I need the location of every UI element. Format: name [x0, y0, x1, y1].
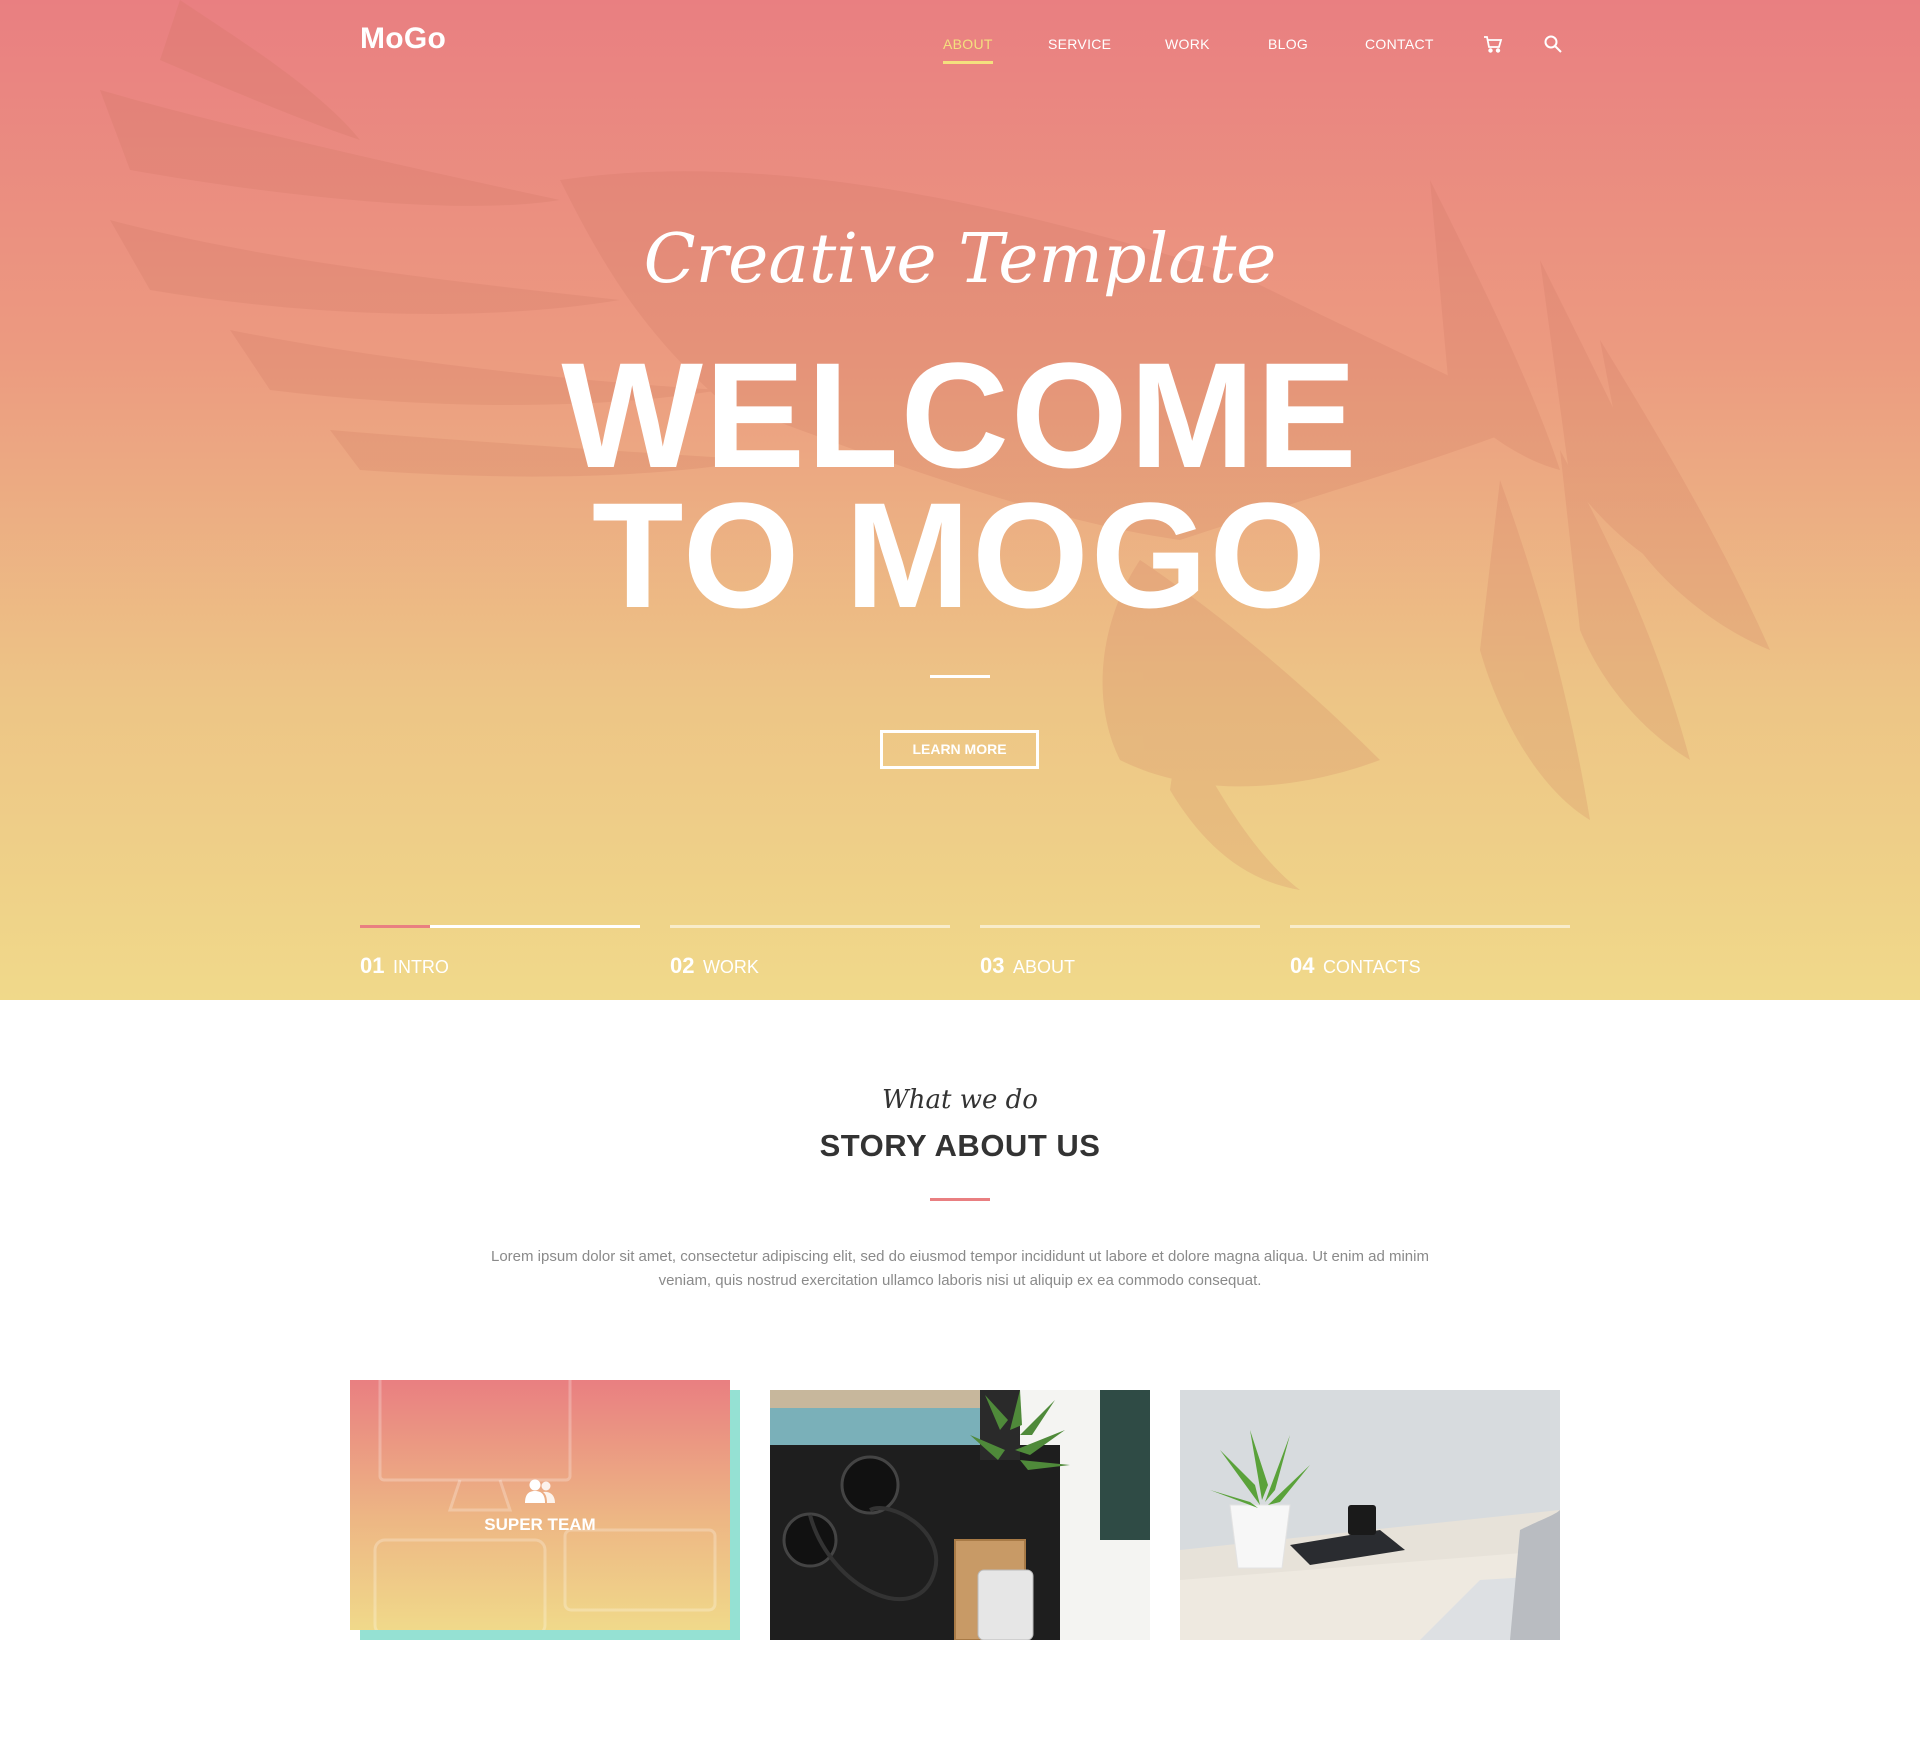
hero-title-line-1: WELCOME	[561, 331, 1359, 499]
nav-item-contact[interactable]: Contact	[1365, 36, 1434, 52]
step-number: 03	[980, 953, 1005, 978]
learn-more-button[interactable]: LEARN MORE	[880, 730, 1039, 769]
hero-script-title: Creative Template	[643, 220, 1277, 299]
step-name: Work	[702, 957, 759, 977]
nav-item-service[interactable]: Service	[1048, 36, 1111, 52]
desk-headphones-photo[interactable]	[770, 1390, 1150, 1640]
nav-item-blog[interactable]: Blog	[1268, 36, 1308, 52]
story-description: Lorem ipsum dolor sit amet, consectetur …	[491, 1248, 1429, 1289]
step-progress	[360, 925, 430, 928]
step-label[interactable]: 01 Intro	[360, 953, 449, 979]
nav-item-work[interactable]: Work	[1165, 36, 1210, 52]
step-bar	[670, 925, 950, 928]
step-name: Contacts	[1322, 957, 1421, 977]
step-bar	[980, 925, 1260, 928]
nav-active-underline	[943, 61, 993, 64]
step-label[interactable]: 03 About	[980, 953, 1075, 979]
step-label[interactable]: 02 Work	[670, 953, 759, 979]
story-title: STORY ABOUT US	[819, 1128, 1101, 1163]
card-label: SUPER TEAM	[484, 1515, 596, 1534]
step-number: 01	[360, 953, 385, 978]
super-team-card[interactable]: SUPER TEAM	[350, 1380, 730, 1630]
plant-desk-image	[1180, 1390, 1560, 1640]
hero-divider	[930, 675, 990, 678]
hero-section: MoGo About Service Work Blog Contact Cre…	[0, 0, 1920, 1000]
main-nav: About Service Work Blog Contact	[0, 0, 1920, 90]
hero-title-line-2: TO MOGO	[591, 471, 1329, 639]
story-divider	[930, 1198, 990, 1201]
step-bar	[1290, 925, 1570, 928]
computer-desk-illustration	[373, 1380, 717, 1630]
step-number: 02	[670, 953, 695, 978]
desk-plant-photo[interactable]	[1180, 1390, 1560, 1640]
step-label[interactable]: 04 Contacts	[1290, 953, 1421, 979]
team-icon	[523, 1478, 557, 1504]
story-kicker: What we do	[882, 1085, 1038, 1115]
step-name: About	[1012, 957, 1075, 977]
step-number: 04	[1290, 953, 1315, 978]
search-icon[interactable]	[1543, 34, 1563, 54]
headphones-desk-image	[770, 1390, 1150, 1640]
cart-icon[interactable]	[1483, 34, 1503, 54]
nav-item-about[interactable]: About	[943, 36, 993, 52]
step-name: Intro	[392, 957, 449, 977]
